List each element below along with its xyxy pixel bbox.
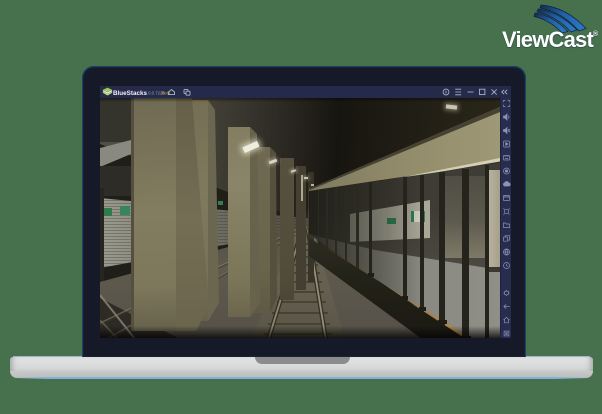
svg-text:BlueStacks: BlueStacks: [113, 90, 147, 97]
